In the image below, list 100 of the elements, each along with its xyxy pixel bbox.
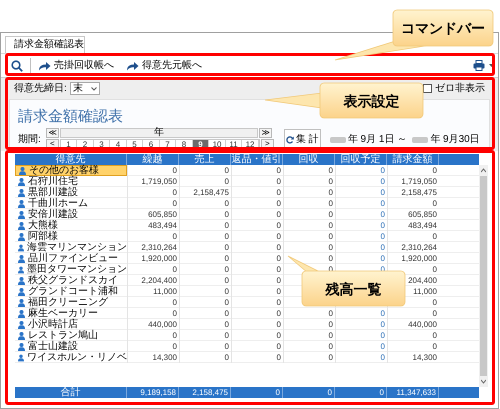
table-cell: 14,300 bbox=[387, 352, 439, 363]
table-cell: 0 bbox=[283, 242, 335, 253]
date-text: 年 9月30日 bbox=[430, 134, 480, 144]
table-row-customer[interactable]: 福田クリーニング bbox=[15, 297, 127, 308]
table-row-customer[interactable]: 小沢時計店 bbox=[15, 319, 127, 330]
table-cell: 0 bbox=[231, 209, 283, 220]
table-row-customer[interactable]: 阿部様 bbox=[15, 231, 127, 242]
table-cell: 605,850 bbox=[127, 209, 179, 220]
table-cell: 0 bbox=[127, 297, 179, 308]
forward-arrow-icon bbox=[38, 60, 51, 70]
callout-text: 表示設定 bbox=[344, 94, 400, 108]
table-row-customer[interactable]: 石狩川住宅 bbox=[15, 176, 127, 187]
scrollbar[interactable] bbox=[479, 165, 488, 387]
column-header[interactable]: 請求金額 bbox=[387, 154, 439, 165]
table-cell: 0 bbox=[283, 176, 335, 187]
scroll-down-icon[interactable] bbox=[481, 379, 486, 384]
column-header[interactable]: 繰越 bbox=[127, 154, 179, 165]
table-cell: 0 bbox=[335, 176, 387, 187]
table-row-customer[interactable]: グランドコート浦和 bbox=[15, 286, 127, 297]
table-row-customer[interactable]: 秩父グランドスカイ bbox=[15, 275, 127, 286]
person-icon bbox=[18, 266, 24, 274]
table-cell: 0 bbox=[335, 165, 387, 176]
date-text: 年 9月 1日 ～ bbox=[348, 134, 408, 144]
table-cell: 0 bbox=[335, 209, 387, 220]
person-icon bbox=[18, 210, 25, 218]
blurred-mark bbox=[412, 136, 428, 142]
person-icon bbox=[18, 232, 25, 240]
nav-button[interactable]: ≪ bbox=[46, 128, 59, 138]
table-cell: 11,000 bbox=[127, 286, 179, 297]
column-header[interactable]: 売上 bbox=[179, 154, 231, 165]
table-cell: 0 bbox=[283, 319, 335, 330]
table-cell: 0 bbox=[283, 231, 335, 242]
table-cell: 0 bbox=[387, 341, 439, 352]
table-cell: 0 bbox=[127, 165, 179, 176]
closing-day-dropdown[interactable]: 末 bbox=[70, 82, 100, 95]
checkbox[interactable] bbox=[423, 84, 432, 93]
table-cell: 0 bbox=[387, 330, 439, 341]
table-row-customer[interactable]: 黒部川建設 bbox=[15, 187, 127, 198]
column-header[interactable]: 回収 bbox=[283, 154, 335, 165]
table-cell: 0 bbox=[179, 341, 231, 352]
table-cell: 2,310,264 bbox=[127, 242, 179, 253]
column-header[interactable]: 返品・値引 bbox=[231, 154, 283, 165]
table-row-customer[interactable]: 大熊様 bbox=[15, 220, 127, 231]
table-cell: 0 bbox=[231, 341, 283, 352]
table-row-customer[interactable]: 墨田タワーマンション bbox=[15, 264, 127, 275]
table-row-customer[interactable]: その他のお客様 bbox=[15, 165, 127, 176]
table-cell: 0 bbox=[387, 165, 439, 176]
table-cell: 0 bbox=[179, 209, 231, 220]
caret-icon[interactable] bbox=[489, 64, 494, 67]
table-row-customer[interactable]: 安倍川建設 bbox=[15, 209, 127, 220]
printer-icon[interactable] bbox=[473, 60, 485, 71]
table-cell: 0 bbox=[335, 308, 387, 319]
table-cell: 0 bbox=[179, 220, 231, 231]
table-cell: 0 bbox=[335, 242, 387, 253]
table-cell: 0 bbox=[387, 198, 439, 209]
table-cell: 0 bbox=[127, 330, 179, 341]
table-row-customer[interactable]: 千曲川ホーム bbox=[15, 198, 127, 209]
table-cell: 0 bbox=[283, 220, 335, 231]
table-cell: 0 bbox=[179, 330, 231, 341]
tab[interactable]: 請求金額確認表 bbox=[5, 36, 85, 53]
table-cell: 0 bbox=[231, 308, 283, 319]
table-cell: 0 bbox=[231, 231, 283, 242]
table-cell: 0 bbox=[231, 242, 283, 253]
year-display: 年 bbox=[60, 128, 258, 138]
person-icon bbox=[18, 310, 25, 318]
table-cell: 0 bbox=[231, 220, 283, 231]
table-cell: 0 bbox=[179, 275, 231, 286]
column-header[interactable]: 回収予定 bbox=[335, 154, 387, 165]
table-cell: 0 bbox=[179, 308, 231, 319]
table-cell: 0 bbox=[179, 176, 231, 187]
toolbar-button[interactable]: 得意先元帳へ bbox=[126, 60, 202, 70]
table-row-customer[interactable]: 海雲マリンマンション bbox=[15, 242, 127, 253]
table-cell: 0 bbox=[231, 253, 283, 264]
person-icon bbox=[18, 332, 25, 340]
table-cell: 0 bbox=[179, 352, 231, 363]
table-row-customer[interactable]: 品川ファインビュー bbox=[15, 253, 127, 264]
table-cell: 0 bbox=[335, 319, 387, 330]
table-cell: 0 bbox=[231, 187, 283, 198]
table-cell: 0 bbox=[335, 341, 387, 352]
table-cell: 0 bbox=[283, 198, 335, 209]
table-cell: 0 bbox=[283, 308, 335, 319]
toolbar-button[interactable]: 売掛回収帳へ bbox=[38, 60, 114, 70]
report-title: 請求金額確認表 bbox=[18, 109, 123, 124]
search-icon[interactable] bbox=[11, 60, 23, 72]
table-row-customer[interactable]: レストラン鳩山 bbox=[15, 330, 127, 341]
table-cell: 0 bbox=[231, 286, 283, 297]
nav-button[interactable]: ≫ bbox=[258, 128, 272, 138]
table-cell: 0 bbox=[335, 330, 387, 341]
table-cell: 2,158,475 bbox=[179, 187, 231, 198]
scroll-up-icon[interactable] bbox=[481, 168, 486, 173]
table-cell: 2,310,264 bbox=[387, 242, 439, 253]
person-icon bbox=[19, 166, 26, 174]
table-row-customer[interactable]: ワイスホルン・リノベ bbox=[15, 352, 127, 363]
table-cell: 0 bbox=[335, 352, 387, 363]
table-cell: 0 bbox=[179, 286, 231, 297]
person-icon bbox=[18, 354, 24, 362]
table-row-customer[interactable]: 富士山建設 bbox=[15, 341, 127, 352]
table-cell: 0 bbox=[127, 187, 179, 198]
table-cell: 2,158,475 bbox=[387, 187, 439, 198]
table-row-customer[interactable]: 麻生ベーカリー bbox=[15, 308, 127, 319]
